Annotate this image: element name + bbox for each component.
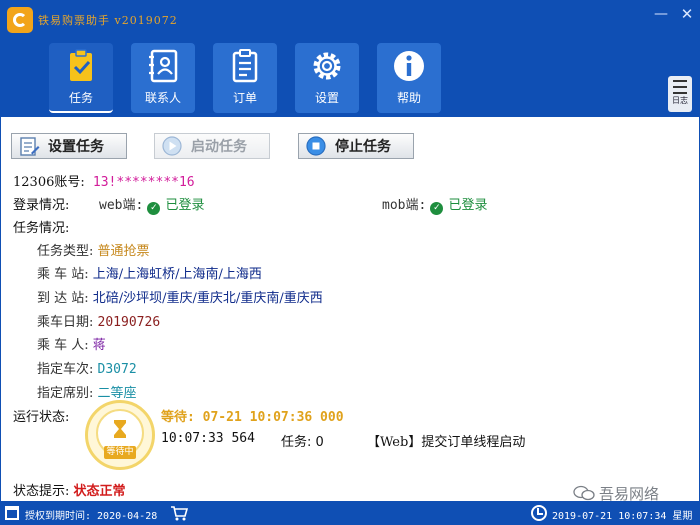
status-bar: 授权到期时间: 2020-04-28 2019-07-21 10:07:34 星…	[0, 501, 700, 525]
passenger-label: 乘 车 人:	[37, 338, 89, 353]
calendar-icon	[5, 506, 19, 520]
train-row: 指定车次: D3072	[37, 358, 137, 377]
to-station-row: 到 达 站: 北碚/沙坪坝/重庆/重庆北/重庆南/重庆西	[37, 287, 323, 306]
tab-help-label: 帮助	[396, 91, 421, 105]
contacts-book-icon	[149, 49, 178, 83]
to-station-label: 到 达 站:	[37, 291, 89, 306]
title-bar: 铁易购票助手 v2019072 — ✕	[0, 0, 700, 40]
setup-task-button[interactable]: 设置任务	[11, 133, 127, 159]
hint-value: 状态正常	[73, 484, 126, 499]
from-station-label: 乘 车 站:	[37, 267, 89, 282]
tab-settings-label: 设置	[314, 91, 339, 105]
seat-label: 指定席别:	[37, 386, 94, 401]
start-task-label: 启动任务	[191, 139, 247, 155]
web-label: web端:	[99, 198, 144, 213]
tab-task[interactable]: 任务	[49, 43, 113, 113]
log-label: 日志	[672, 96, 688, 105]
from-station-row: 乘 车 站: 上海/上海虹桥/上海南/上海西	[37, 263, 262, 282]
clipboard-check-icon	[70, 49, 92, 81]
train-label: 指定车次:	[37, 362, 94, 377]
license-expiry: 授权到期时间: 2020-04-28	[25, 511, 158, 522]
close-button[interactable]: ✕	[676, 4, 698, 24]
log-button[interactable]: 日志	[668, 76, 692, 112]
hint-label: 状态提示:	[13, 484, 70, 499]
mob-status: 已登录	[448, 198, 488, 213]
account-label: 12306账号:	[13, 175, 85, 190]
stop-task-label: 停止任务	[335, 139, 391, 155]
hint-row: 状态提示: 状态正常	[13, 480, 126, 499]
tab-contacts[interactable]: 联系人	[131, 43, 195, 113]
window-title: 铁易购票助手 v2019072	[38, 14, 178, 27]
tab-task-label: 任务	[68, 91, 93, 105]
passenger-row: 乘 车 人: 蒋	[37, 334, 106, 353]
order-list-icon	[232, 49, 258, 83]
task-panel: 设置任务 启动任务 停止任务 12306账号: 13!********16 登录…	[1, 117, 699, 503]
app-logo-icon	[7, 7, 33, 33]
stop-icon	[306, 136, 326, 156]
log-time: 10:07:33 564	[161, 431, 255, 446]
from-station-value: 上海/上海虹桥/上海南/上海西	[92, 267, 262, 282]
tab-contacts-label: 联系人	[144, 91, 181, 105]
waiting-badge-label: 等待中	[104, 446, 136, 459]
date-value: 20190726	[97, 315, 161, 330]
edit-task-icon	[20, 137, 40, 156]
minimize-button[interactable]: —	[650, 4, 672, 24]
clock-icon	[531, 505, 547, 521]
gear-icon	[313, 52, 341, 80]
train-value: D3072	[97, 362, 137, 377]
log-message: 【Web】提交订单线程启动	[367, 435, 526, 450]
current-datetime: 2019-07-21 10:07:34 星期日	[552, 511, 693, 522]
to-station-value: 北碚/沙坪坝/重庆/重庆北/重庆南/重庆西	[92, 291, 323, 306]
seat-value: 二等座	[97, 386, 137, 401]
play-icon	[162, 136, 182, 156]
cart-icon[interactable]	[170, 504, 188, 522]
login-web: web端: ✓ 已登录	[99, 194, 204, 215]
task-type-row: 任务类型: 普通抢票	[37, 240, 150, 259]
run-status-label: 运行状态:	[13, 410, 70, 425]
tab-settings[interactable]: 设置	[295, 43, 359, 113]
start-task-button[interactable]: 启动任务	[154, 133, 270, 159]
task-type-value: 普通抢票	[97, 244, 150, 259]
date-label: 乘车日期:	[37, 315, 94, 330]
task-label: 任务情况:	[13, 221, 70, 236]
account-row: 12306账号: 13!********16	[13, 171, 195, 190]
passenger-value: 蒋	[92, 338, 106, 353]
login-row: 登录情况:	[13, 194, 69, 213]
login-label: 登录情况:	[13, 198, 70, 213]
tab-orders[interactable]: 订单	[213, 43, 277, 113]
mob-label: mob端:	[382, 198, 427, 213]
log-icon	[673, 80, 687, 94]
waiting-badge: 等待中	[85, 400, 155, 470]
account-value: 13!********16	[92, 175, 195, 190]
wechat-icon	[573, 485, 595, 501]
seat-row: 指定席别: 二等座	[37, 382, 137, 401]
check-icon: ✓	[430, 202, 444, 215]
login-mob: mob端: ✓ 已登录	[382, 194, 487, 215]
setup-task-label: 设置任务	[48, 139, 104, 155]
web-status: 已登录	[165, 198, 205, 213]
date-row: 乘车日期: 20190726	[37, 311, 160, 330]
tab-help[interactable]: 帮助	[377, 43, 441, 113]
check-icon: ✓	[147, 202, 161, 215]
main-toolbar: 任务 联系人 订单 设置 帮助 日志	[0, 40, 700, 116]
info-icon	[394, 51, 424, 81]
tab-orders-label: 订单	[232, 91, 257, 105]
waiting-text: 等待: 07-21 10:07:36 000	[161, 410, 344, 425]
stop-task-button[interactable]: 停止任务	[298, 133, 414, 159]
task-type-label: 任务类型:	[37, 244, 94, 259]
log-task: 任务: 0	[281, 435, 324, 450]
